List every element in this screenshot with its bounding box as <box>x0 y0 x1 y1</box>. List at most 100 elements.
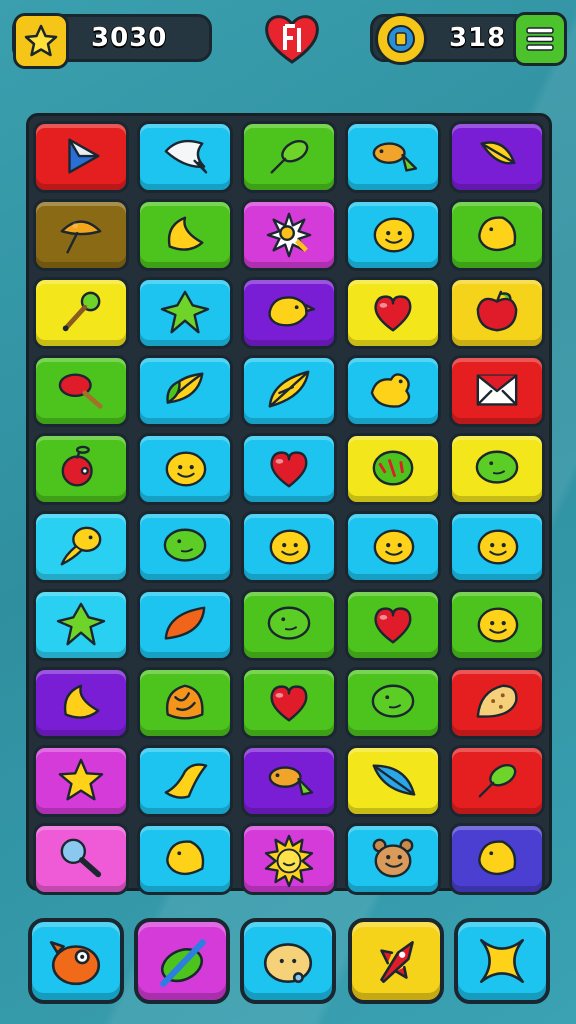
powerup-fish-monster-button[interactable] <box>28 918 124 1004</box>
tile-r8-c1[interactable] <box>33 667 129 739</box>
rocket-icon <box>380 941 414 984</box>
lemon-icon <box>478 840 517 876</box>
melon-icon <box>372 450 414 486</box>
fish-icon <box>268 766 314 796</box>
tile-r10-c5[interactable] <box>449 823 545 895</box>
tile-r4-c2[interactable] <box>137 355 233 427</box>
banana-icon <box>63 684 100 719</box>
tile-r8-c4[interactable] <box>345 667 441 739</box>
cherry-icon <box>61 445 93 487</box>
tile-r6-c1[interactable] <box>33 511 129 583</box>
leaf-pair-icon <box>166 372 204 404</box>
burst-icon <box>266 212 312 258</box>
heart-icon <box>374 295 412 332</box>
tile-r5-c4[interactable] <box>345 433 441 505</box>
tile-r3-c4[interactable] <box>345 277 441 349</box>
lives-heart-icon[interactable] <box>262 10 322 68</box>
coins-panel: 318 <box>370 12 567 66</box>
tile-r4-c4[interactable] <box>345 355 441 427</box>
smiley-icon <box>373 529 415 565</box>
green-blob-icon <box>267 606 311 640</box>
lemon-icon <box>166 840 205 876</box>
tile-r5-c3[interactable] <box>241 433 337 505</box>
tile-r1-c3[interactable] <box>241 121 337 193</box>
tile-r6-c4[interactable] <box>345 511 441 583</box>
tile-r9-c3[interactable] <box>241 745 337 817</box>
tile-r1-c5[interactable] <box>449 121 545 193</box>
heart-icon <box>270 685 308 722</box>
tile-r4-c1[interactable] <box>33 355 129 427</box>
tile-r2-c4[interactable] <box>345 199 441 271</box>
coins-value: 318 <box>449 23 507 53</box>
tile-r1-c1[interactable] <box>33 121 129 193</box>
tile-r9-c1[interactable] <box>33 745 129 817</box>
bird-leaf-icon <box>164 763 208 799</box>
red-pepper-icon <box>58 373 103 409</box>
sun-icon <box>264 834 314 888</box>
tile-r10-c1[interactable] <box>33 823 129 895</box>
tile-r3-c1[interactable] <box>33 277 129 349</box>
smiley-icon <box>373 217 415 253</box>
coin-icon <box>375 13 427 65</box>
mushroom-icon <box>60 220 102 254</box>
tile-r7-c5[interactable] <box>449 589 545 661</box>
green-leaf-icon <box>478 764 517 798</box>
tile-r1-c4[interactable] <box>345 121 441 193</box>
play-arrow-icon <box>68 138 100 174</box>
tile-r7-c1[interactable] <box>33 589 129 661</box>
tile-r5-c2[interactable] <box>137 433 233 505</box>
tile-r10-c3[interactable] <box>241 823 337 895</box>
tile-r2-c3[interactable] <box>241 199 337 271</box>
star-leaf-icon <box>56 602 106 646</box>
tile-r6-c3[interactable] <box>241 511 337 583</box>
game-board <box>26 113 552 895</box>
tile-r3-c3[interactable] <box>241 277 337 349</box>
yellow-leaf-icon <box>480 141 516 165</box>
smiley-icon <box>269 529 311 565</box>
powerup-pencil-leaf-button[interactable] <box>134 918 230 1004</box>
cookie-icon <box>476 684 518 718</box>
lemon-icon <box>478 216 517 252</box>
tile-r5-c5[interactable] <box>449 433 545 505</box>
tile-r9-c2[interactable] <box>137 745 233 817</box>
score-panel: 3030 <box>12 13 212 69</box>
score-value: 3030 <box>91 23 168 53</box>
orange-leaf-icon <box>164 606 206 640</box>
tile-r1-c2[interactable] <box>137 121 233 193</box>
tile-r9-c5[interactable] <box>449 745 545 817</box>
tile-r3-c2[interactable] <box>137 277 233 349</box>
tile-r7-c4[interactable] <box>345 589 441 661</box>
tile-r5-c1[interactable] <box>33 433 129 505</box>
tile-r6-c2[interactable] <box>137 511 233 583</box>
tile-r4-c5[interactable] <box>449 355 545 427</box>
tile-r10-c2[interactable] <box>137 823 233 895</box>
tile-r2-c1[interactable] <box>33 199 129 271</box>
bear-icon <box>372 838 414 878</box>
tile-r3-c5[interactable] <box>449 277 545 349</box>
tile-r10-c4[interactable] <box>345 823 441 895</box>
face-blob-icon <box>263 943 313 984</box>
tile-r2-c2[interactable] <box>137 199 233 271</box>
tile-r2-c5[interactable] <box>449 199 545 271</box>
tile-r4-c3[interactable] <box>241 355 337 427</box>
menu-button[interactable] <box>513 12 567 66</box>
green-blob-icon <box>163 528 207 562</box>
rattle-icon <box>62 291 101 332</box>
powerup-x-star-button[interactable] <box>454 918 550 1004</box>
tile-r7-c3[interactable] <box>241 589 337 661</box>
envelope-icon <box>476 374 518 406</box>
tile-r8-c5[interactable] <box>449 667 545 739</box>
apple-icon <box>476 290 518 332</box>
powerup-rocket-button[interactable] <box>348 918 444 1004</box>
heart-icon <box>270 451 308 488</box>
tile-r8-c2[interactable] <box>137 667 233 739</box>
blue-leaf-icon <box>372 764 416 796</box>
tile-r7-c2[interactable] <box>137 589 233 661</box>
tile-r9-c4[interactable] <box>345 745 441 817</box>
tile-r8-c3[interactable] <box>241 667 337 739</box>
tadpole-icon <box>60 526 102 566</box>
tile-r6-c5[interactable] <box>449 511 545 583</box>
smiley-icon <box>477 529 519 565</box>
star-leaf-icon <box>160 290 210 334</box>
powerup-face-blob-button[interactable] <box>240 918 336 1004</box>
